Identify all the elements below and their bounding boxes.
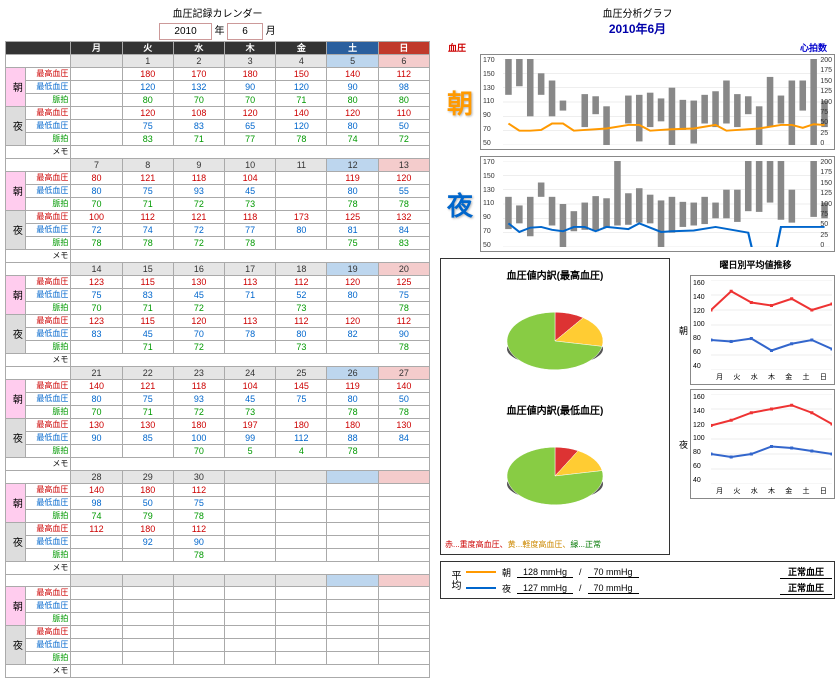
pie-panel: 血圧値内訳(最高血圧) 血圧値内訳(最低血圧) 赤...重度高血圧、黄...軽度… [440, 258, 670, 555]
analysis-title: 血圧分析グラフ [440, 5, 835, 20]
morning-label: 朝 [440, 84, 480, 121]
analysis-panel: 血圧分析グラフ 2010年6月 血圧 心拍数 朝 170150130110907… [440, 5, 835, 678]
pie-legend: 赤...重度高血圧、黄...軽度高血圧、緑...正常 [445, 539, 665, 550]
calendar-date: 2010 年 6 月 [5, 22, 430, 37]
dow-morning-chart: 160140120100806040 月火水木金土日 [690, 275, 835, 385]
morning-chart: 170150130110907050 200175150125100755025… [480, 54, 835, 150]
analysis-date: 2010年6月 [440, 20, 835, 37]
pie-sys-chart [445, 286, 665, 396]
year-value: 2010 [159, 23, 211, 40]
calendar-table: 月火水木金土日123456朝最高血圧180170180150140112最低血圧… [5, 41, 430, 678]
pie-dia-chart [445, 421, 665, 531]
chart-header: 血圧 心拍数 [440, 41, 835, 54]
dow-title: 曜日別平均値推移 [676, 258, 835, 271]
pie-dia-title: 血圧値内訳(最低血圧) [445, 402, 665, 417]
calendar-panel: 血圧記録カレンダー 2010 年 6 月 月火水木金土日123456朝最高血圧1… [5, 5, 430, 678]
calendar-title: 血圧記録カレンダー [5, 5, 430, 20]
average-box: 平均 朝128 mmHg/70 mmHg正常血圧夜127 mmHg/70 mmH… [440, 561, 835, 599]
dow-night-chart: 160140120100806040 月火水木金土日 [690, 389, 835, 499]
dow-panel: 曜日別平均値推移 朝 160140120100806040 月火水木金土日 夜 … [676, 258, 835, 555]
night-chart: 170150130110907050 200175150125100755025… [480, 156, 835, 252]
pie-sys-title: 血圧値内訳(最高血圧) [445, 267, 665, 282]
month-value: 6 [227, 23, 263, 40]
night-label: 夜 [440, 186, 480, 223]
